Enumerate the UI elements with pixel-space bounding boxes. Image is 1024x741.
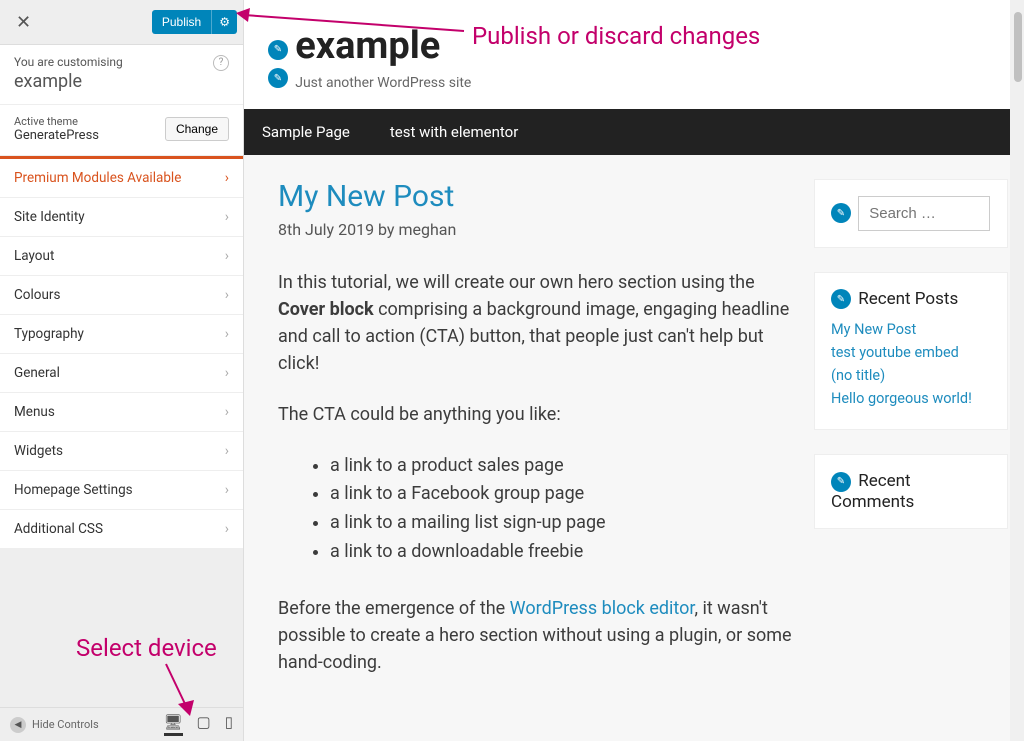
- menu-item-colours[interactable]: Colours›: [0, 276, 243, 315]
- recent-posts-widget: ✎ Recent Posts My New Post test youtube …: [814, 272, 1008, 431]
- chevron-right-icon: ›: [225, 248, 229, 264]
- chevron-right-icon: ›: [225, 365, 229, 381]
- edit-shortcut-icon[interactable]: ✎: [831, 289, 851, 309]
- active-theme-panel: Active theme GeneratePress Change: [0, 105, 243, 156]
- recent-post-link[interactable]: Hello gorgeous world!: [831, 390, 991, 407]
- post-paragraph: In this tutorial, we will create our own…: [278, 269, 794, 377]
- gear-icon: ⚙: [219, 15, 230, 29]
- chevron-right-icon: ›: [225, 521, 229, 537]
- chevron-right-icon: ›: [225, 482, 229, 498]
- edit-shortcut-icon[interactable]: ✎: [268, 68, 288, 88]
- list-item: a link to a downloadable freebie: [330, 538, 794, 567]
- chevron-right-icon: ›: [225, 209, 229, 225]
- post-title[interactable]: My New Post: [278, 179, 794, 214]
- scrollbar-thumb[interactable]: [1014, 12, 1022, 82]
- list-item: a link to a mailing list sign-up page: [330, 509, 794, 538]
- search-widget: ✎: [814, 179, 1008, 248]
- active-theme-label: Active theme: [14, 115, 99, 128]
- hide-controls-button[interactable]: ◀ Hide Controls: [10, 717, 99, 733]
- list-item: a link to a product sales page: [330, 452, 794, 481]
- chevron-right-icon: ›: [225, 287, 229, 303]
- customizer-sidebar: ✕ Publish ⚙ ? You are customising exampl…: [0, 0, 244, 741]
- post-bullet-list: a link to a product sales page a link to…: [330, 452, 794, 567]
- chevron-right-icon: ›: [225, 404, 229, 420]
- customising-panel: ? You are customising example: [0, 45, 243, 105]
- nav-link-sample-page[interactable]: Sample Page: [262, 123, 350, 141]
- recent-post-link[interactable]: test youtube embed: [831, 344, 991, 361]
- menu-item-site-identity[interactable]: Site Identity›: [0, 198, 243, 237]
- post-paragraph: The CTA could be anything you like:: [278, 401, 794, 428]
- recent-post-link[interactable]: My New Post: [831, 321, 991, 338]
- post-meta: 8th July 2019 by meghan: [278, 220, 794, 239]
- edit-shortcut-icon[interactable]: ✎: [831, 203, 851, 223]
- menu-item-additional-css[interactable]: Additional CSS›: [0, 510, 243, 549]
- collapse-icon: ◀: [10, 717, 26, 733]
- menu-item-premium[interactable]: Premium Modules Available›: [0, 156, 243, 198]
- block-editor-link[interactable]: WordPress block editor: [510, 598, 695, 619]
- preview-tagline: Just another WordPress site: [295, 75, 471, 91]
- help-icon[interactable]: ?: [213, 55, 229, 71]
- menu-item-homepage-settings[interactable]: Homepage Settings›: [0, 471, 243, 510]
- menu-item-widgets[interactable]: Widgets›: [0, 432, 243, 471]
- widget-title: Recent Posts: [858, 289, 958, 309]
- post-paragraph: Before the emergence of the WordPress bl…: [278, 595, 794, 676]
- menu-item-typography[interactable]: Typography›: [0, 315, 243, 354]
- nav-link-test-elementor[interactable]: test with elementor: [390, 123, 518, 141]
- vertical-scrollbar[interactable]: [1010, 0, 1024, 741]
- menu-item-menus[interactable]: Menus›: [0, 393, 243, 432]
- preview-pane: ✎ example ✎ Just another WordPress site …: [244, 0, 1024, 741]
- edit-shortcut-icon[interactable]: ✎: [831, 472, 851, 492]
- close-icon[interactable]: ✕: [10, 8, 37, 37]
- recent-comments-widget: ✎ Recent Comments: [814, 454, 1008, 529]
- publish-settings-button[interactable]: ⚙: [211, 10, 237, 34]
- chevron-right-icon: ›: [225, 443, 229, 459]
- preview-main-content: My New Post 8th July 2019 by meghan In t…: [278, 179, 794, 700]
- theme-name: GeneratePress: [14, 128, 99, 143]
- recent-post-link[interactable]: (no title): [831, 367, 991, 384]
- site-name: example: [14, 71, 229, 92]
- sidebar-top-bar: ✕ Publish ⚙: [0, 0, 243, 45]
- menu-item-layout[interactable]: Layout›: [0, 237, 243, 276]
- preview-nav: Sample Page test with elementor: [244, 109, 1024, 155]
- sidebar-footer: ◀ Hide Controls 🖥 ▢ ▯: [0, 707, 243, 741]
- edit-shortcut-icon[interactable]: ✎: [268, 40, 288, 60]
- menu-item-general[interactable]: General›: [0, 354, 243, 393]
- list-item: a link to a Facebook group page: [330, 480, 794, 509]
- preview-sidebar: ✎ ✎ Recent Posts My New Post test youtub…: [814, 179, 1008, 700]
- search-input[interactable]: [858, 196, 990, 231]
- change-theme-button[interactable]: Change: [165, 117, 229, 141]
- customising-label: You are customising: [14, 55, 229, 69]
- customizer-menu: Premium Modules Available› Site Identity…: [0, 156, 243, 549]
- publish-button[interactable]: Publish: [152, 10, 211, 34]
- device-mobile-icon[interactable]: ▯: [225, 713, 233, 736]
- chevron-right-icon: ›: [225, 326, 229, 342]
- chevron-right-icon: ›: [225, 170, 229, 186]
